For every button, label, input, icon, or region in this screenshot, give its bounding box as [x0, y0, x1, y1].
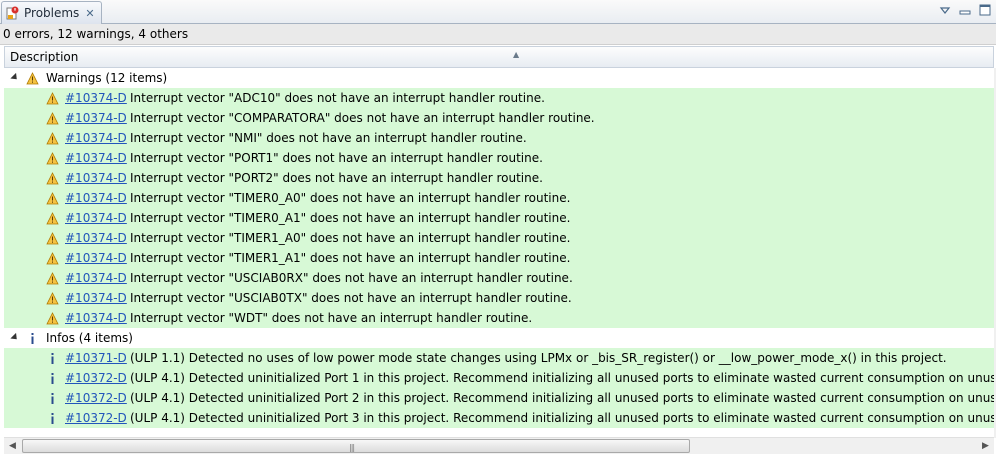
- problem-code-link[interactable]: #10374-D: [65, 188, 127, 208]
- maximize-icon[interactable]: [978, 3, 992, 17]
- scrollbar-thumb[interactable]: |||: [22, 439, 690, 453]
- view-controls: [938, 3, 992, 17]
- problem-row[interactable]: #10374-D Interrupt vector "WDT" does not …: [4, 308, 994, 328]
- problem-code-link[interactable]: #10372-D: [65, 408, 127, 428]
- problem-description: Interrupt vector "USCIAB0RX" does not ha…: [130, 271, 573, 285]
- problem-description: Interrupt vector "TIMER0_A1" does not ha…: [130, 211, 571, 225]
- problem-description: Interrupt vector "TIMER1_A0" does not ha…: [130, 231, 571, 245]
- problem-description: Interrupt vector "ADC10" does not have a…: [130, 91, 545, 105]
- problem-row[interactable]: #10374-D Interrupt vector "NMI" does not …: [4, 128, 994, 148]
- problem-row[interactable]: #10374-D Interrupt vector "TIMER0_A1" doe…: [4, 208, 994, 228]
- column-header-label: Description: [10, 50, 79, 64]
- view-menu-icon[interactable]: [938, 3, 952, 17]
- problem-row[interactable]: #10374-D Interrupt vector "PORT1" does no…: [4, 148, 994, 168]
- problem-description: (ULP 4.1) Detected uninitialized Port 2 …: [130, 391, 994, 405]
- tab-label: Problems: [24, 6, 80, 20]
- problem-description: Interrupt vector "TIMER1_A1" does not ha…: [130, 251, 571, 265]
- problem-code-link[interactable]: #10374-D: [65, 248, 127, 268]
- problem-row[interactable]: #10374-D Interrupt vector "TIMER1_A1" doe…: [4, 248, 994, 268]
- tab-problems[interactable]: Problems ✕: [1, 1, 102, 24]
- minimize-icon[interactable]: [958, 3, 972, 17]
- problem-row[interactable]: #10372-D (ULP 4.1) Detected uninitialized…: [4, 408, 994, 428]
- info-icon: [46, 411, 59, 431]
- sort-up-icon: ▲: [513, 50, 520, 59]
- warning-list: #10374-D Interrupt vector "ADC10" does no…: [4, 88, 994, 328]
- problem-row[interactable]: #10374-D Interrupt vector "TIMER1_A0" doe…: [4, 228, 994, 248]
- expand-toggle-icon[interactable]: [10, 332, 20, 343]
- group-label: Warnings (12 items): [46, 71, 168, 85]
- problem-code-link[interactable]: #10374-D: [65, 228, 127, 248]
- problem-description: Interrupt vector "TIMER0_A0" does not ha…: [130, 191, 571, 205]
- problem-row[interactable]: #10372-D (ULP 4.1) Detected uninitialized…: [4, 368, 994, 388]
- problem-description: Interrupt vector "WDT" does not have an …: [130, 311, 533, 325]
- problem-code-link[interactable]: #10374-D: [65, 148, 127, 168]
- problem-description: (ULP 4.1) Detected uninitialized Port 3 …: [130, 411, 994, 425]
- problem-code-link[interactable]: #10372-D: [65, 368, 127, 388]
- scroll-right-icon[interactable]: ▶: [977, 438, 994, 454]
- column-header-description[interactable]: Description ▲: [4, 46, 994, 68]
- problem-code-link[interactable]: #10374-D: [65, 168, 127, 188]
- problem-code-link[interactable]: #10374-D: [65, 208, 127, 228]
- grip-icon: |||: [349, 443, 355, 452]
- problem-row[interactable]: #10374-D Interrupt vector "USCIAB0RX" doe…: [4, 268, 994, 288]
- problem-code-link[interactable]: #10374-D: [65, 268, 127, 288]
- problems-view-icon: [6, 5, 20, 21]
- group-infos[interactable]: Infos (4 items): [4, 328, 994, 348]
- problem-description: Interrupt vector "PORT1" does not have a…: [130, 151, 543, 165]
- close-icon[interactable]: ✕: [85, 8, 94, 19]
- problem-code-link[interactable]: #10372-D: [65, 388, 127, 408]
- problem-description: (ULP 4.1) Detected uninitialized Port 1 …: [130, 371, 994, 385]
- problem-description: Interrupt vector "PORT2" does not have a…: [130, 171, 543, 185]
- problems-summary: 0 errors, 12 warnings, 4 others: [0, 24, 996, 45]
- problem-description: (ULP 1.1) Detected no uses of low power …: [130, 351, 947, 365]
- scroll-left-icon[interactable]: ◀: [4, 438, 21, 454]
- problem-description: Interrupt vector "COMPARATORA" does not …: [130, 111, 595, 125]
- problems-tree[interactable]: Warnings (12 items) #10374-D Interrupt ve…: [4, 68, 994, 438]
- problem-row[interactable]: #10374-D Interrupt vector "COMPARATORA" d…: [4, 108, 994, 128]
- problem-code-link[interactable]: #10374-D: [65, 128, 127, 148]
- problem-row[interactable]: #10374-D Interrupt vector "PORT2" does no…: [4, 168, 994, 188]
- problem-code-link[interactable]: #10371-D: [65, 348, 127, 368]
- problem-row[interactable]: #10374-D Interrupt vector "USCIAB0TX" doe…: [4, 288, 994, 308]
- view-tab-bar: Problems ✕: [0, 0, 996, 24]
- group-label: Infos (4 items): [46, 331, 133, 345]
- horizontal-scrollbar[interactable]: ◀ ||| ▶: [4, 437, 994, 454]
- problem-row[interactable]: #10374-D Interrupt vector "TIMER0_A0" doe…: [4, 188, 994, 208]
- problem-description: Interrupt vector "USCIAB0TX" does not ha…: [130, 291, 572, 305]
- problem-row[interactable]: #10372-D (ULP 4.1) Detected uninitialized…: [4, 388, 994, 408]
- problem-row[interactable]: #10374-D Interrupt vector "ADC10" does no…: [4, 88, 994, 108]
- problem-row[interactable]: #10371-D (ULP 1.1) Detected no uses of lo…: [4, 348, 994, 368]
- problem-description: Interrupt vector "NMI" does not have an …: [130, 131, 527, 145]
- problem-code-link[interactable]: #10374-D: [65, 108, 127, 128]
- info-list: #10371-D (ULP 1.1) Detected no uses of lo…: [4, 348, 994, 428]
- problem-code-link[interactable]: #10374-D: [65, 88, 127, 108]
- group-warnings[interactable]: Warnings (12 items): [4, 68, 994, 88]
- expand-toggle-icon[interactable]: [10, 72, 20, 83]
- problem-code-link[interactable]: #10374-D: [65, 288, 127, 308]
- problem-code-link[interactable]: #10374-D: [65, 308, 127, 328]
